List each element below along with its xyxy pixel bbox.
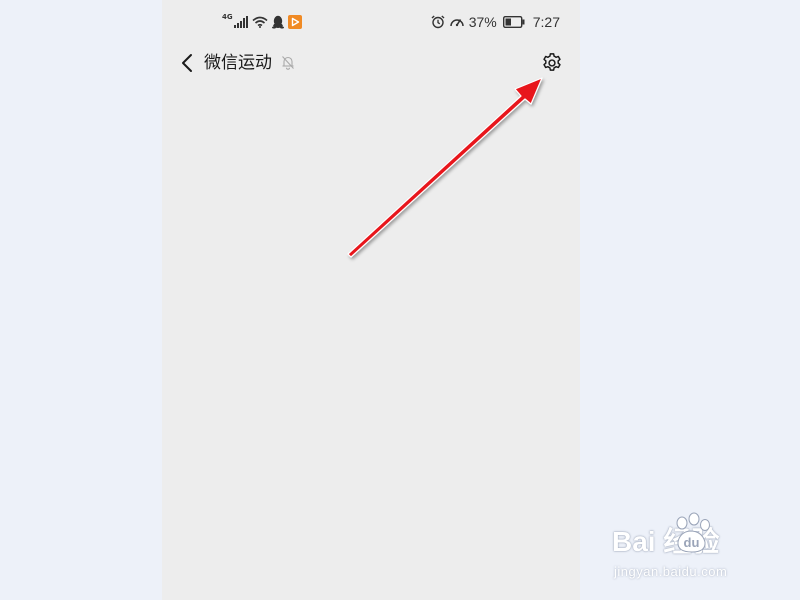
annotation-arrow [347,77,543,258]
page: 4G 37% 7:27 微信运动 Bai 经验 du jingyan.baidu… [0,0,800,600]
paw-logo-icon: du [676,512,710,553]
watermark: Bai 经验 du jingyan.baidu.com [612,512,762,586]
svg-text:du: du [684,535,700,550]
watermark-url: jingyan.baidu.com [614,564,728,579]
